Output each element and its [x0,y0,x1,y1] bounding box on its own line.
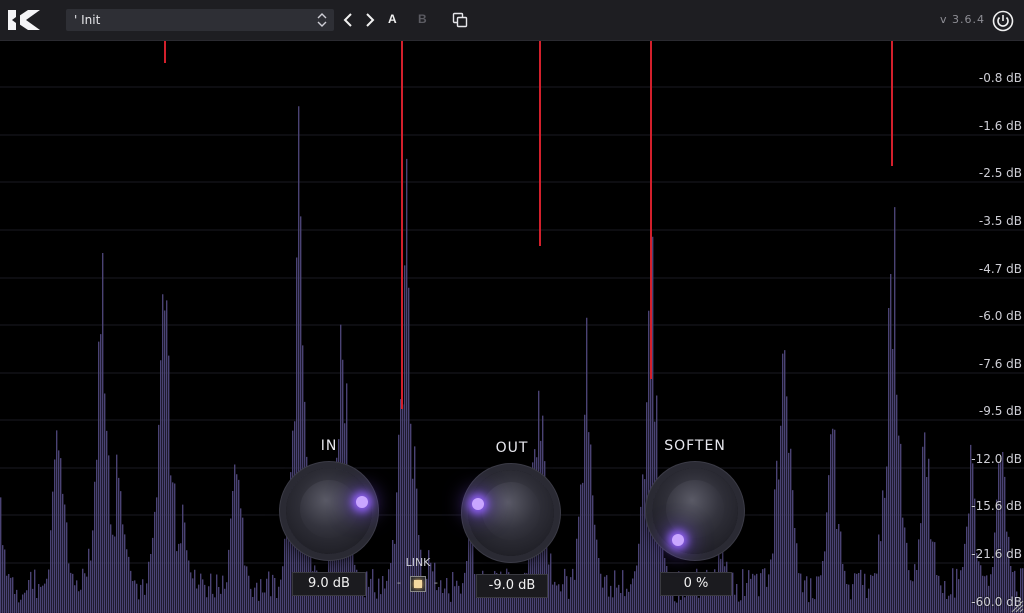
preset-name: ' Init [74,13,101,27]
db-scale-label: -15.6 dB [971,499,1022,513]
in-knob-label: IN [320,438,338,454]
previous-preset-button[interactable] [340,10,358,30]
link-toggle[interactable] [410,576,426,592]
out-knob[interactable] [468,470,554,556]
resize-handle-icon[interactable] [1008,597,1024,613]
out-knob-label: OUT [495,440,529,456]
db-scale-label: -7.6 dB [978,357,1022,371]
clip-indicator [650,41,652,379]
clip-indicator [401,41,403,409]
out-value-field[interactable]: -9.0 dB [476,574,548,598]
soften-value-field[interactable]: 0 % [660,572,732,596]
soften-knob[interactable] [652,468,738,554]
version-label: v 3.6.4 [940,13,985,26]
link-right-dash: - [434,576,438,589]
db-scale-label: -1.6 dB [978,119,1022,133]
db-scale-label: -2.5 dB [978,166,1022,180]
in-value-field[interactable]: 9.0 dB [292,572,366,596]
db-scale-label: -0.8 dB [978,71,1022,85]
db-scale-label: -12.0 dB [971,452,1022,466]
power-icon[interactable] [992,10,1014,32]
knob-indicator [672,534,684,547]
link-left-dash: - [397,576,401,589]
updown-arrows-icon [317,13,327,27]
db-scale-label: -3.5 dB [978,214,1022,228]
copy-icon[interactable] [452,12,468,28]
soften-knob-label: SOFTEN [664,438,726,454]
clip-indicator [164,41,166,63]
plugin-window: -0.8 dB -1.6 dB -2.5 dB -3.5 dB -4.7 dB -6.0 … [0,0,1024,613]
preset-selector[interactable]: ' Init [66,9,334,31]
db-scale-label: -21.6 dB [971,547,1022,561]
toolbar: ' Init A B v 3.6.4 [0,0,1024,41]
db-scale-label: -9.5 dB [978,404,1022,418]
clip-indicator [539,41,541,246]
link-indicator [414,580,422,588]
db-scale-label: -6.0 dB [978,309,1022,323]
db-scale-label: -4.7 dB [978,262,1022,276]
knob-indicator [355,496,368,509]
knob-indicator [472,498,485,511]
link-label: LINK [405,556,431,569]
in-knob[interactable] [286,468,372,554]
a-slot-button[interactable]: A [388,12,397,26]
b-slot-button[interactable]: B [418,12,427,26]
clip-indicator [891,41,893,166]
next-preset-button[interactable] [360,10,378,30]
k-logo-icon[interactable] [6,6,42,34]
